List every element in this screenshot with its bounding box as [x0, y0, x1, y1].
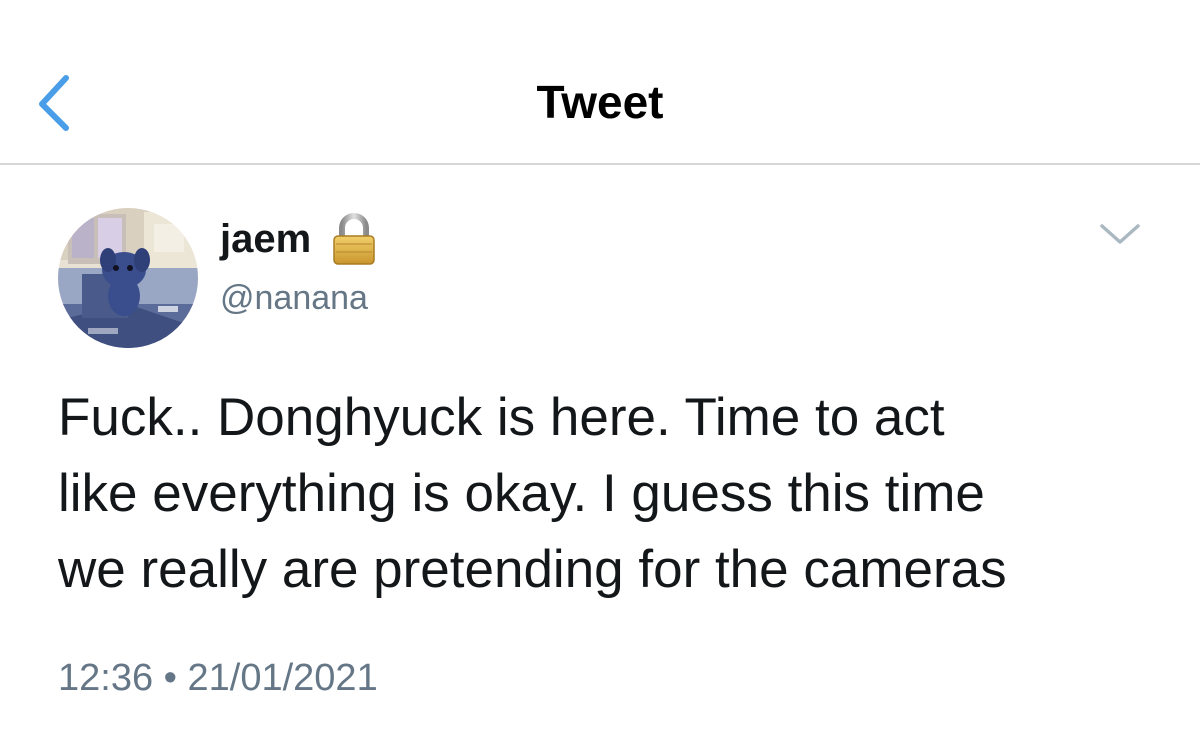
author-handle[interactable]: @nanana — [220, 276, 368, 320]
navigation-bar: Tweet — [0, 0, 1200, 165]
page-title: Tweet — [536, 76, 664, 128]
avatar[interactable] — [58, 208, 198, 348]
tweet-menu-button[interactable] — [1096, 218, 1144, 248]
avatar-image — [58, 208, 198, 348]
author-display-name[interactable]: jaem — [220, 214, 311, 264]
tweet-timestamp: 12:36 • 21/01/2021 — [58, 657, 378, 699]
chevron-down-icon — [1100, 224, 1140, 244]
lock-icon — [328, 212, 380, 266]
tweet-text: Fuck.. Donghyuck is here. Time to act li… — [58, 388, 1007, 599]
